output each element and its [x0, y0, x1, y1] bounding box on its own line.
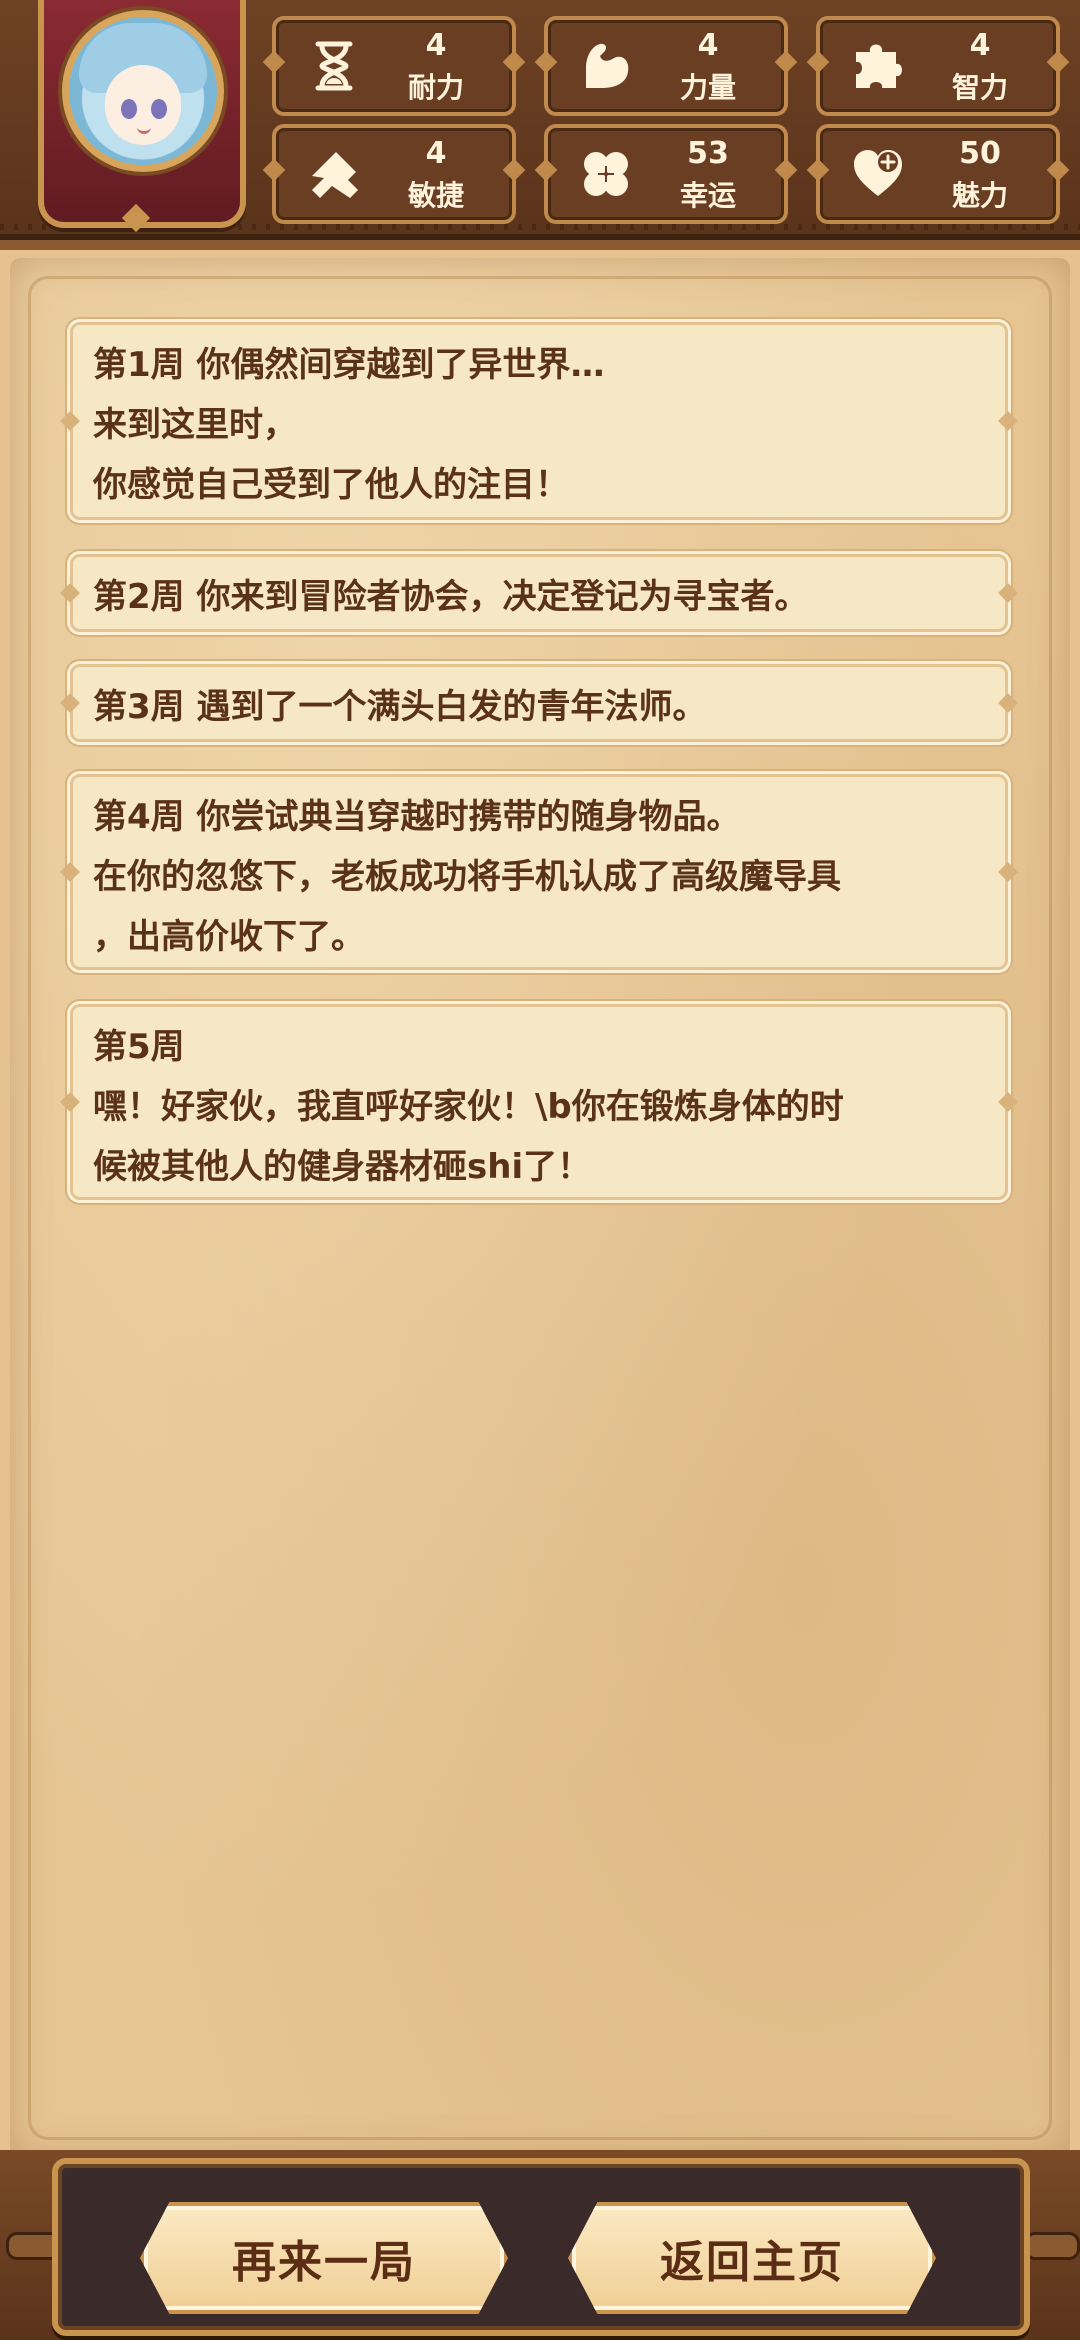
event-text: 嘿！好家伙，我直呼好家伙！\b你在锻炼身体的时 [93, 1087, 844, 1127]
bottom-action-bar: 再来一局 返回主页 [0, 2150, 1080, 2340]
event-card-week-3: 第3周 遇到了一个满头白发的青年法师。 [70, 664, 1008, 742]
stat-luck: 53 幸运 [544, 124, 788, 224]
event-text: 来到这里时， [93, 405, 297, 445]
bar-peg [1024, 2232, 1080, 2260]
event-text: 第3周 遇到了一个满头白发的青年法师。 [93, 687, 707, 727]
puzzle-icon [856, 44, 902, 88]
stat-strength: 4 力量 [544, 16, 788, 116]
event-log-panel[interactable] [10, 258, 1070, 2158]
avatar-eye [121, 99, 137, 119]
event-text: 第1周 你偶然间穿越到了异世界… [93, 345, 605, 385]
event-text: 第2周 你来到冒险者协会，决定登记为寻宝者。 [93, 577, 809, 617]
event-text: 第4周 你尝试典当穿越时携带的随身物品。 [93, 797, 741, 837]
stat-label: 敏捷 [407, 179, 464, 212]
avatar-frame[interactable] [38, 0, 246, 233]
clover-icon [584, 152, 628, 196]
stat-value: 4 [425, 28, 447, 63]
stat-charm: 50 魅力 [816, 124, 1060, 224]
stat-value: 4 [425, 136, 447, 171]
return-home-button[interactable]: 返回主页 [568, 2202, 936, 2314]
stat-label: 智力 [951, 71, 1008, 104]
event-text: ，出高价收下了。 [93, 917, 365, 957]
stat-label: 力量 [679, 71, 736, 104]
stat-value: 50 [959, 136, 1001, 171]
stat-label: 幸运 [679, 179, 736, 212]
play-again-button[interactable]: 再来一局 [140, 2202, 508, 2314]
top-stats-bar: 4 耐力 4 力量 4 智力 4 敏捷 53 幸运 50 魅力 [0, 0, 1080, 250]
event-card-week-4: 第4周 你尝试典当穿越时携带的随身物品。 在你的忽悠下，老板成功将手机认成了高级… [70, 774, 1008, 970]
event-card-week-1: 第1周 你偶然间穿越到了异世界… 来到这里时， 你感觉自己受到了他人的注目！ [70, 322, 1008, 520]
stat-value: 4 [697, 28, 719, 63]
stat-agility: 4 敏捷 [272, 124, 516, 224]
stat-endurance: 4 耐力 [272, 16, 516, 116]
event-text: 在你的忽悠下，老板成功将手机认成了高级魔导具 [93, 857, 841, 897]
event-card-week-5: 第5周 嘿！好家伙，我直呼好家伙！\b你在锻炼身体的时 候被其他人的健身器材砸s… [70, 1004, 1008, 1200]
stat-label: 魅力 [951, 179, 1008, 212]
avatar-eye [151, 99, 167, 119]
stat-value: 4 [969, 28, 991, 63]
stat-value: 53 [687, 136, 729, 171]
event-text: 你感觉自己受到了他人的注目！ [93, 465, 569, 505]
hourglass-icon [315, 41, 353, 91]
stat-label: 耐力 [407, 71, 464, 104]
button-frame: 再来一局 返回主页 [52, 2158, 1030, 2336]
feather-icon [312, 152, 358, 198]
heart-plus-icon [854, 150, 902, 196]
event-card-week-2: 第2周 你来到冒险者协会，决定登记为寻宝者。 [70, 554, 1008, 632]
event-text: 第5周 [93, 1027, 185, 1067]
strength-arm-icon [586, 43, 629, 88]
avatar[interactable] [62, 10, 224, 172]
stat-intelligence: 4 智力 [816, 16, 1060, 116]
avatar-notch [121, 203, 151, 233]
event-text: 候被其他人的健身器材砸shi了！ [93, 1147, 592, 1187]
